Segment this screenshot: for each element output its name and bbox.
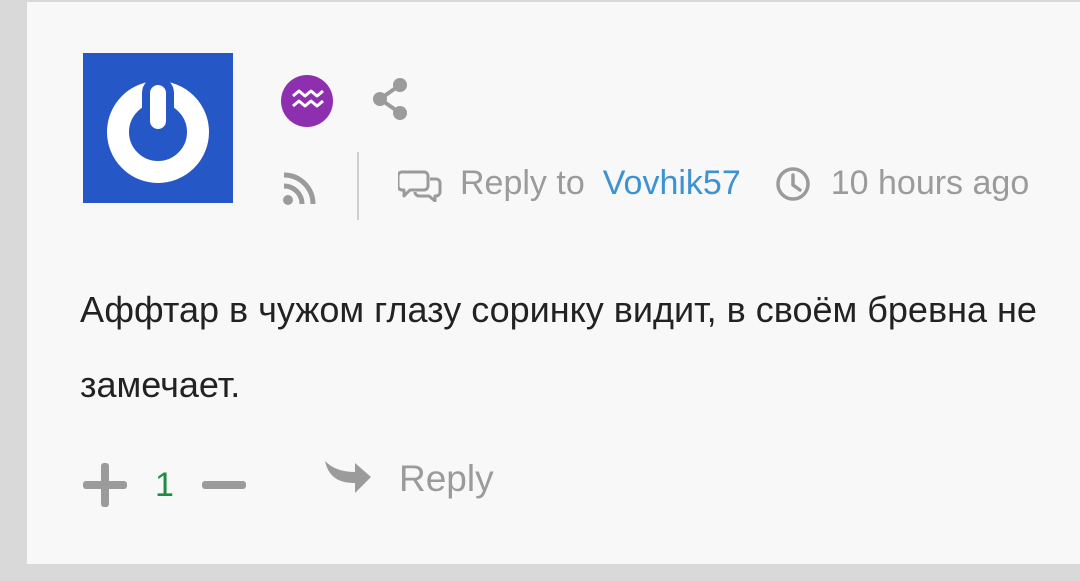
downvote-minus-icon[interactable] (201, 463, 246, 507)
reply-to-label: Reply to (460, 164, 585, 202)
reply-arrow-icon (325, 461, 371, 493)
vote-controls: 1 (83, 460, 246, 510)
rss-icon[interactable] (282, 170, 318, 206)
share-icon[interactable] (370, 76, 410, 122)
aquarius-icon (281, 75, 333, 127)
upvote-plus-icon[interactable] (83, 463, 127, 507)
comment-card: Reply to Vovhik57 10 hours ago Аффтар в … (27, 2, 1080, 564)
comment-body: Аффтар в чужом глазу соринку видит, в св… (80, 289, 1037, 405)
timestamp: 10 hours ago (830, 164, 1030, 202)
reply-button-label: Reply (399, 458, 494, 499)
vote-score: 1 (155, 465, 174, 504)
speech-bubbles-icon (398, 170, 442, 202)
comment-meta: Reply to Vovhik57 10 hours ago (398, 164, 1029, 203)
power-button-logo-icon (107, 77, 209, 183)
reply-button[interactable]: Reply (323, 458, 494, 500)
avatar[interactable] (83, 53, 233, 203)
clock-icon (775, 166, 810, 201)
meta-divider (357, 152, 359, 220)
reply-to-user-link[interactable]: Vovhik57 (603, 164, 741, 203)
